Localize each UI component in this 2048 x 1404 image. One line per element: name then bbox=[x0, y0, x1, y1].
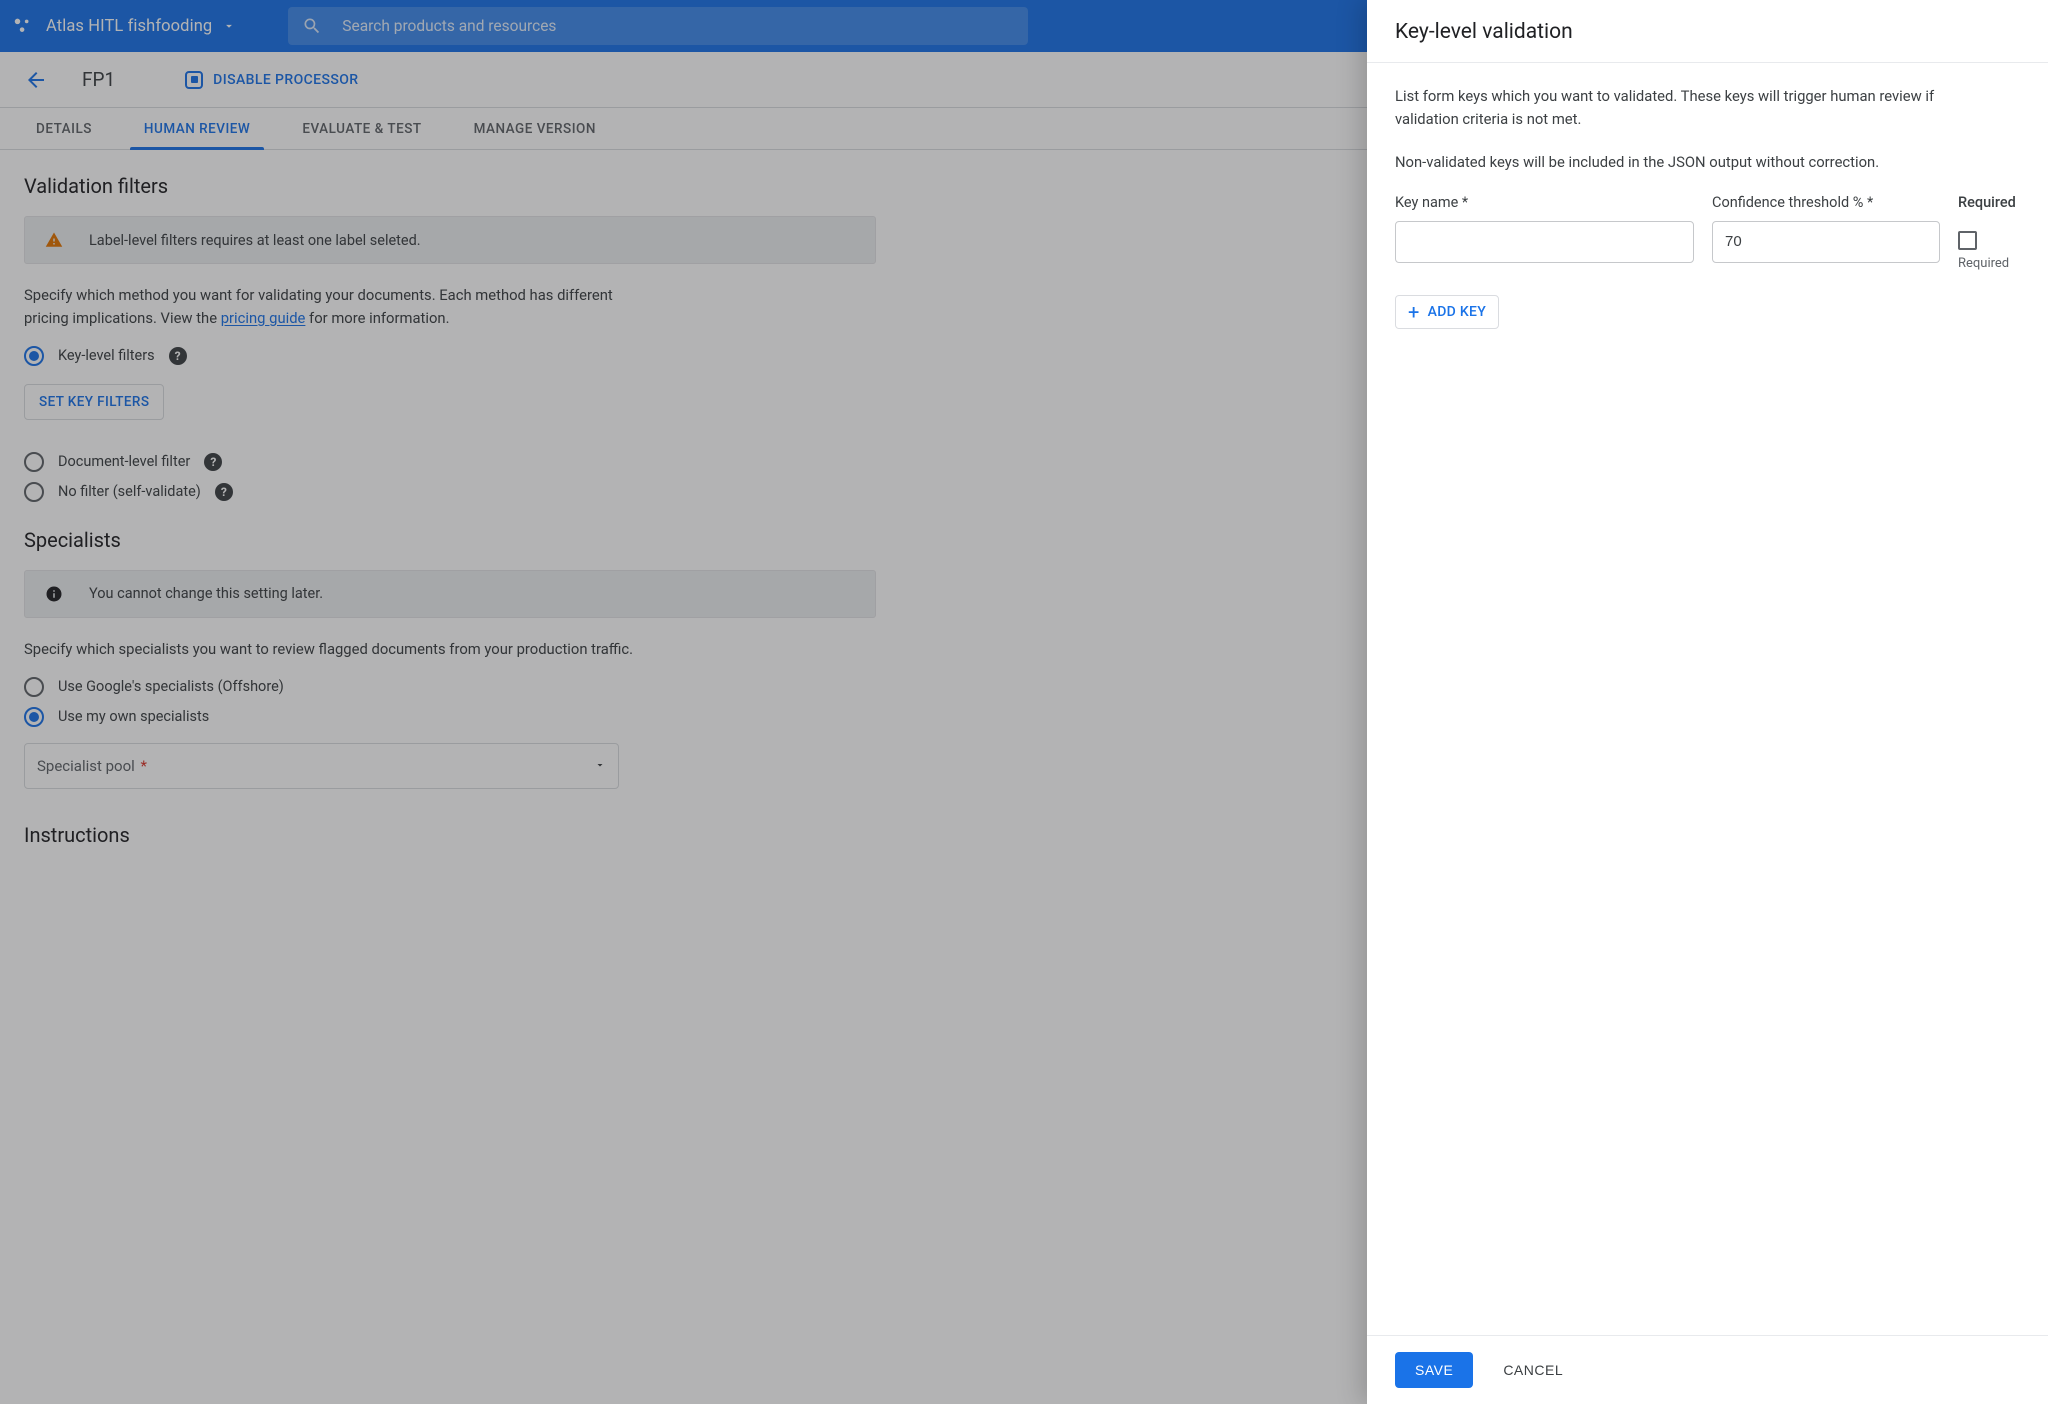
panel-description-2: Non-validated keys will be included in t… bbox=[1395, 151, 1975, 174]
cancel-button[interactable]: CANCEL bbox=[1499, 1352, 1567, 1388]
key-level-validation-panel: Key-level validation List form keys whic… bbox=[1367, 0, 2048, 1404]
key-name-field: Key name * bbox=[1395, 194, 1694, 263]
confidence-input[interactable] bbox=[1712, 221, 1940, 263]
required-header-label: Required bbox=[1958, 194, 2016, 211]
key-name-label: Key name * bbox=[1395, 194, 1694, 211]
required-sublabel: Required bbox=[1958, 256, 2009, 271]
panel-title: Key-level validation bbox=[1395, 20, 2020, 44]
panel-description-1: List form keys which you want to validat… bbox=[1395, 85, 1975, 131]
panel-footer: SAVE CANCEL bbox=[1367, 1335, 2048, 1404]
required-field: Required Required bbox=[1958, 194, 2020, 271]
save-button[interactable]: SAVE bbox=[1395, 1352, 1473, 1388]
panel-body: List form keys which you want to validat… bbox=[1367, 63, 2048, 1335]
confidence-field: Confidence threshold % * bbox=[1712, 194, 1940, 263]
key-form-row: Key name * Confidence threshold % * Requ… bbox=[1395, 194, 2020, 271]
add-key-label: ADD KEY bbox=[1428, 304, 1486, 320]
panel-header: Key-level validation bbox=[1367, 0, 2048, 63]
required-checkbox[interactable] bbox=[1958, 231, 1977, 250]
add-key-button[interactable]: + ADD KEY bbox=[1395, 295, 1499, 329]
key-name-input[interactable] bbox=[1395, 221, 1694, 263]
confidence-label: Confidence threshold % * bbox=[1712, 194, 1940, 211]
